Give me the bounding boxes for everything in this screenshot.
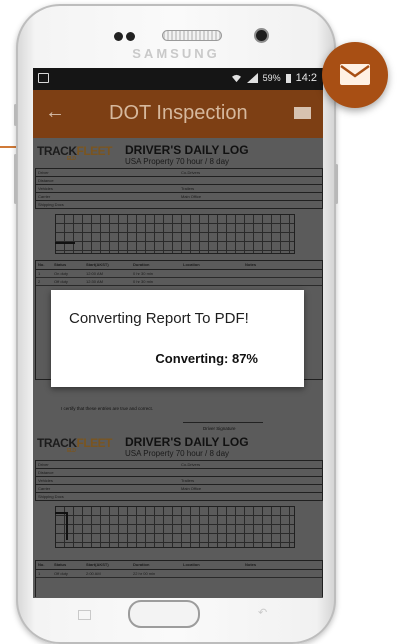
driver-info-table-2: Driver Co-Drivers Distance Vehicles Traile… — [35, 460, 323, 501]
signature-line — [183, 422, 263, 423]
field-main-office: Main Office — [181, 194, 202, 199]
field-distance: Distance — [38, 178, 54, 183]
dialog-progress-text: Converting: 87% — [155, 351, 258, 366]
col-notes: Notes — [245, 262, 257, 267]
field-shipping-docs: Shipping Docs — [38, 202, 64, 207]
proximity-sensor-2 — [126, 32, 135, 41]
volume-button — [14, 104, 17, 126]
volume-button-2 — [14, 154, 17, 204]
app-bar: ← DOT Inspection — [33, 90, 323, 138]
signal-icon — [246, 73, 258, 83]
log-subtitle-2: USA Property 70 hour / 8 day — [125, 449, 230, 458]
field-carrier: Carrier — [38, 194, 51, 199]
col-start: Start(AKST) — [86, 262, 109, 267]
duty-status-graph-2 — [55, 506, 295, 548]
earpiece-speaker — [162, 30, 222, 41]
field-driver: Driver — [38, 170, 49, 175]
log-title: DRIVER'S DAILY LOG — [125, 143, 249, 157]
email-fab-button[interactable] — [322, 42, 388, 108]
col-duration: Duration — [133, 262, 150, 267]
field-codrivers: Co-Drivers — [181, 170, 201, 175]
status-bar: 59% 14:2 — [33, 68, 323, 90]
recents-softkey[interactable] — [78, 610, 91, 620]
duty-status-graph — [55, 214, 295, 254]
signature-label: Driver Signature — [203, 426, 236, 431]
dialog-title: Converting Report To PDF! — [69, 310, 249, 327]
table-row: 1 On duty 12:00 AM 0 hr 30 min — [36, 270, 322, 278]
table-row: 1 Off duty 2:00 AM 22 hr 00 min — [36, 570, 322, 578]
home-button[interactable] — [128, 600, 200, 628]
brand-logo: SAMSUNG — [132, 46, 220, 61]
arrow-left-icon[interactable]: ← — [45, 101, 65, 124]
front-camera — [256, 30, 267, 41]
mail-icon[interactable] — [294, 107, 311, 119]
log-subtitle: USA Property 70 hour / 8 day — [125, 157, 230, 166]
company-logo-2: TRACKFLEET ELD — [37, 436, 112, 454]
back-softkey[interactable]: ↶ — [258, 606, 267, 619]
battery-percent: 59% — [262, 73, 281, 83]
col-status: Status — [54, 262, 67, 267]
envelope-icon — [340, 64, 370, 85]
field-vehicles: Vehicles — [38, 186, 53, 191]
wifi-icon — [231, 74, 241, 82]
clock: 14:2 — [295, 72, 317, 84]
graph-line — [55, 242, 75, 244]
graph-line-3 — [66, 512, 68, 540]
page-title: DOT Inspection — [109, 102, 248, 124]
image-notification-icon — [38, 73, 49, 83]
field-trailers: Trailers — [181, 186, 195, 191]
log-events-table-2: No. Status Start(AKST) Duration Location… — [35, 560, 323, 597]
phone-screen: 59% 14:2 ← DOT Inspection TRACKFLEET ELD… — [33, 68, 323, 598]
battery-icon — [285, 73, 291, 83]
table-row: 2 Off duty 12:30 AM 0 hr 30 min — [36, 278, 322, 286]
driver-info-table: Driver Co-Drivers Distance Vehicles Traile… — [35, 168, 323, 209]
company-logo: TRACKFLEET ELD — [37, 144, 112, 162]
col-location: Location — [183, 262, 200, 267]
power-button — [335, 164, 338, 204]
progress-dialog: Converting Report To PDF! Converting: 87… — [51, 290, 304, 387]
proximity-sensor — [114, 32, 123, 41]
certify-statement: I certify that these entries are true an… — [61, 406, 154, 411]
log-title-2: DRIVER'S DAILY LOG — [125, 435, 249, 449]
col-no: No. — [38, 262, 45, 267]
